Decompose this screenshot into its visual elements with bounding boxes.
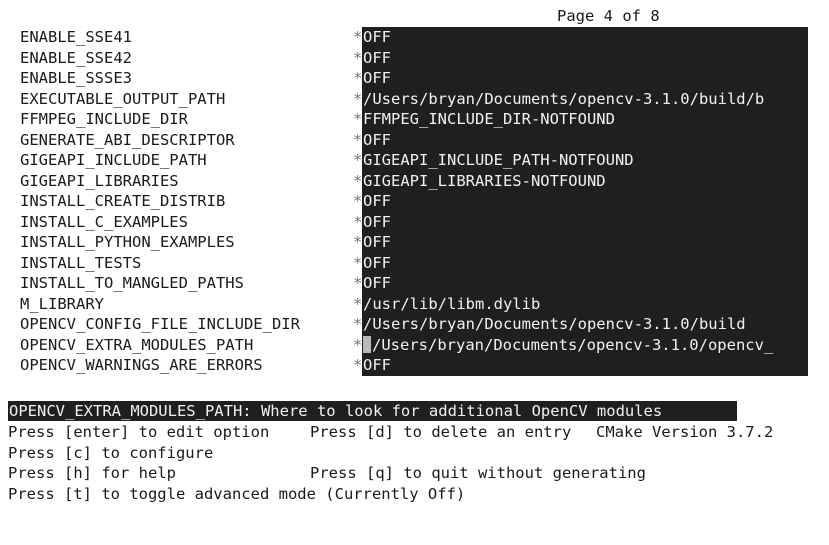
cache-entry-row[interactable]: ENABLE_SSSE3 * OFF <box>0 68 829 89</box>
entry-value-field[interactable]: OFF <box>362 27 808 48</box>
entry-value-field[interactable]: OFF <box>362 191 808 212</box>
entry-name: EXECUTABLE_OUTPUT_PATH <box>20 89 226 108</box>
cache-entry-row[interactable]: GIGEAPI_INCLUDE_PATH * GIGEAPI_INCLUDE_P… <box>0 150 829 171</box>
entry-name: GIGEAPI_LIBRARIES <box>20 171 179 190</box>
entry-value-field[interactable]: FFMPEG_INCLUDE_DIR-NOTFOUND <box>362 109 808 130</box>
instruction-line: Press [enter] to edit option Press [d] t… <box>8 422 829 443</box>
cache-entry-row[interactable]: GIGEAPI_LIBRARIES * GIGEAPI_LIBRARIES-NO… <box>0 170 829 191</box>
entry-name: INSTALL_CREATE_DISTRIB <box>20 192 226 210</box>
toggle-advanced-instruction: Press [t] to toggle advanced mode (Curre… <box>8 484 466 503</box>
entry-value-text: /Users/bryan/Documents/opencv-3.1.0/open… <box>372 335 774 354</box>
instruction-line: Press [h] for help Press [q] to quit wit… <box>8 463 829 484</box>
cache-entry-row[interactable]: ENABLE_SSE41 * OFF <box>0 27 829 48</box>
entry-name: ENABLE_SSE41 <box>20 28 132 46</box>
entry-name: INSTALL_TO_MANGLED_PATHS <box>20 274 244 292</box>
entry-value-field[interactable]: OFF <box>362 68 808 89</box>
entry-help-bar: OPENCV_EXTRA_MODULES_PATH: Where to look… <box>8 401 737 421</box>
entry-name: INSTALL_TESTS <box>20 253 142 272</box>
cache-entry-row[interactable]: OPENCV_WARNINGS_ARE_ERRORS * OFF <box>0 355 829 376</box>
entry-value-field[interactable]: OFF <box>362 129 808 150</box>
entry-name: OPENCV_CONFIG_FILE_INCLUDE_DIR <box>20 315 300 333</box>
entry-value-field[interactable]: OFF <box>362 252 808 273</box>
cmake-version: CMake Version 3.7.2 <box>596 423 774 441</box>
entry-name: ENABLE_SSSE3 <box>20 69 132 87</box>
text-cursor <box>363 335 371 353</box>
entry-name: ENABLE_SSE42 <box>20 48 132 67</box>
entry-value-field[interactable]: GIGEAPI_INCLUDE_PATH-NOTFOUND <box>362 150 808 171</box>
cache-entry-row[interactable]: INSTALL_PYTHON_EXAMPLES * OFF <box>0 232 829 253</box>
cache-entry-row[interactable]: EXECUTABLE_OUTPUT_PATH * /Users/bryan/Do… <box>0 88 829 109</box>
edit-instruction: Press [enter] to edit option <box>8 423 270 441</box>
cache-entry-row[interactable]: INSTALL_TO_MANGLED_PATHS * OFF <box>0 273 829 294</box>
ccmake-terminal: Page 4 of 8 ENABLE_SSE41 * OFF ENABLE_SS… <box>0 0 829 523</box>
entry-name: FFMPEG_INCLUDE_DIR <box>20 110 188 128</box>
entry-value-field[interactable]: OFF <box>362 211 808 232</box>
quit-instruction: Press [q] to quit without generating <box>310 464 646 482</box>
cache-entry-row[interactable]: INSTALL_C_EXAMPLES * OFF <box>0 211 829 232</box>
entry-name: GENERATE_ABI_DESCRIPTOR <box>20 130 235 149</box>
cache-entry-row[interactable]: GENERATE_ABI_DESCRIPTOR * OFF <box>0 129 829 150</box>
instruction-line: Press [t] to toggle advanced mode (Curre… <box>8 484 829 505</box>
entry-value-field[interactable]: OFF <box>362 273 808 294</box>
entry-name: GIGEAPI_INCLUDE_PATH <box>20 151 207 169</box>
entry-name: INSTALL_C_EXAMPLES <box>20 212 188 231</box>
entry-name: OPENCV_WARNINGS_ARE_ERRORS <box>20 356 263 374</box>
cache-entry-row[interactable]: INSTALL_TESTS * OFF <box>0 252 829 273</box>
cache-entry-row[interactable]: INSTALL_CREATE_DISTRIB * OFF <box>0 191 829 212</box>
cache-entry-row[interactable]: FFMPEG_INCLUDE_DIR * FFMPEG_INCLUDE_DIR-… <box>0 109 829 130</box>
instruction-line: Press [c] to configure <box>8 443 829 464</box>
page-indicator: Page 4 of 8 <box>557 7 660 25</box>
cache-entry-row[interactable]: OPENCV_CONFIG_FILE_INCLUDE_DIR * /Users/… <box>0 314 829 335</box>
entry-value-field[interactable]: OFF <box>362 355 808 376</box>
entry-name: INSTALL_PYTHON_EXAMPLES <box>20 233 235 251</box>
entry-name: M_LIBRARY <box>20 294 104 313</box>
cache-entry-row[interactable]: ENABLE_SSE42 * OFF <box>0 47 829 68</box>
cache-entry-row[interactable]: M_LIBRARY * /usr/lib/libm.dylib <box>0 293 829 314</box>
entry-value-field[interactable]: GIGEAPI_LIBRARIES-NOTFOUND <box>362 170 808 191</box>
cache-entries-list: ENABLE_SSE41 * OFF ENABLE_SSE42 * OFF EN… <box>0 27 829 376</box>
entry-value-field[interactable]: /Users/bryan/Documents/opencv-3.1.0/buil… <box>362 88 808 109</box>
entry-value-field[interactable]: OFF <box>362 232 808 253</box>
entry-name: OPENCV_EXTRA_MODULES_PATH <box>20 335 254 354</box>
entry-value-field[interactable]: /Users/bryan/Documents/opencv-3.1.0/buil… <box>362 314 808 335</box>
entry-value-field[interactable]: /usr/lib/libm.dylib <box>362 293 808 314</box>
entry-value-field-selected[interactable]: /Users/bryan/Documents/opencv-3.1.0/open… <box>362 334 808 355</box>
configure-instruction: Press [c] to configure <box>8 443 214 462</box>
entry-value-field[interactable]: OFF <box>362 47 808 68</box>
delete-instruction: Press [d] to delete an entry <box>310 423 572 441</box>
help-instruction: Press [h] for help <box>8 464 176 482</box>
key-instructions: Press [enter] to edit option Press [d] t… <box>8 422 829 504</box>
cache-entry-row-selected[interactable]: OPENCV_EXTRA_MODULES_PATH * /Users/bryan… <box>0 334 829 355</box>
